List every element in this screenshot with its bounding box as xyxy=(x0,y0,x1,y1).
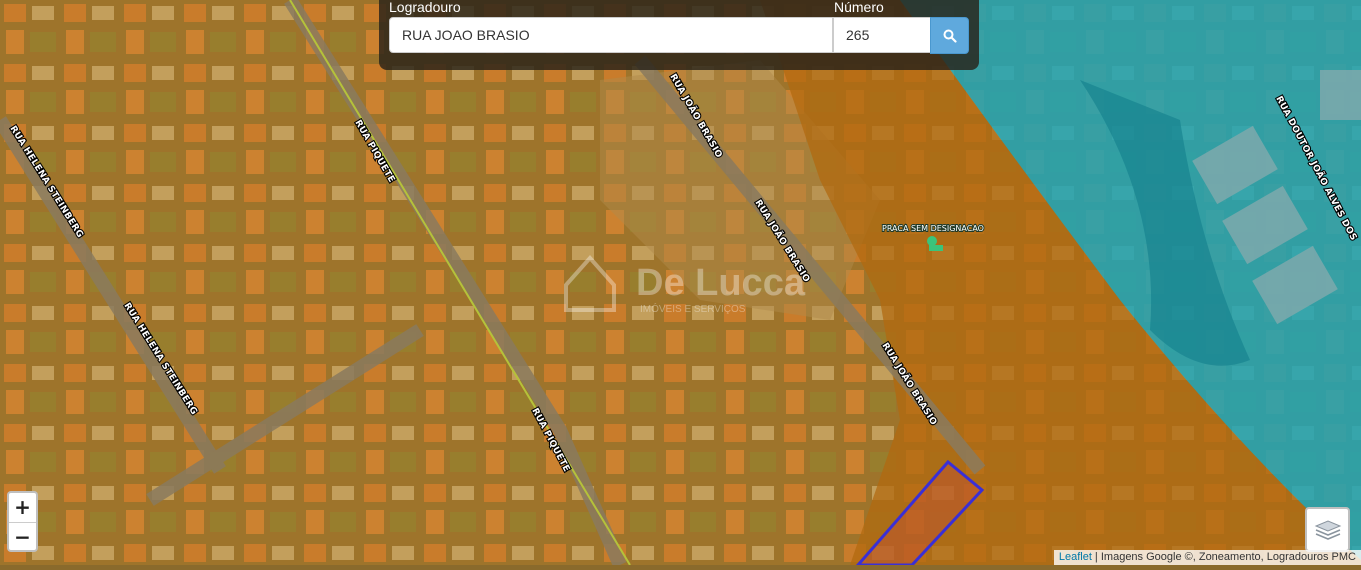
zoom-control: + − xyxy=(7,491,38,552)
zoom-out-button[interactable]: − xyxy=(9,523,36,552)
layers-icon xyxy=(1314,519,1341,540)
street-field-label: Logradouro xyxy=(389,0,461,15)
attribution-separator: | xyxy=(1091,551,1101,563)
number-input[interactable] xyxy=(833,17,931,53)
search-button[interactable] xyxy=(930,17,969,54)
watermark-text: De Lucca xyxy=(636,262,806,304)
zoom-in-button[interactable]: + xyxy=(9,493,36,523)
watermark-subtext: IMÓVEIS E SERVIÇOS xyxy=(640,302,746,315)
street-input[interactable] xyxy=(389,17,833,53)
number-field-label: Número xyxy=(834,0,884,15)
poi-label: PRACA SEM DESIGNACAO xyxy=(882,224,984,233)
attribution-sources: Imagens Google ©, Zoneamento, Logradouro… xyxy=(1100,551,1356,563)
layers-button[interactable] xyxy=(1305,507,1350,552)
search-icon xyxy=(943,29,957,43)
map-canvas[interactable]: RUA HELENA STEINBERG RUA HELENA STEINBER… xyxy=(0,0,1361,568)
leaflet-link[interactable]: Leaflet xyxy=(1059,551,1092,563)
attribution: Leaflet | Imagens Google ©, Zoneamento, … xyxy=(1053,550,1361,565)
map-view[interactable]: RUA HELENA STEINBERG RUA HELENA STEINBER… xyxy=(0,0,1361,568)
